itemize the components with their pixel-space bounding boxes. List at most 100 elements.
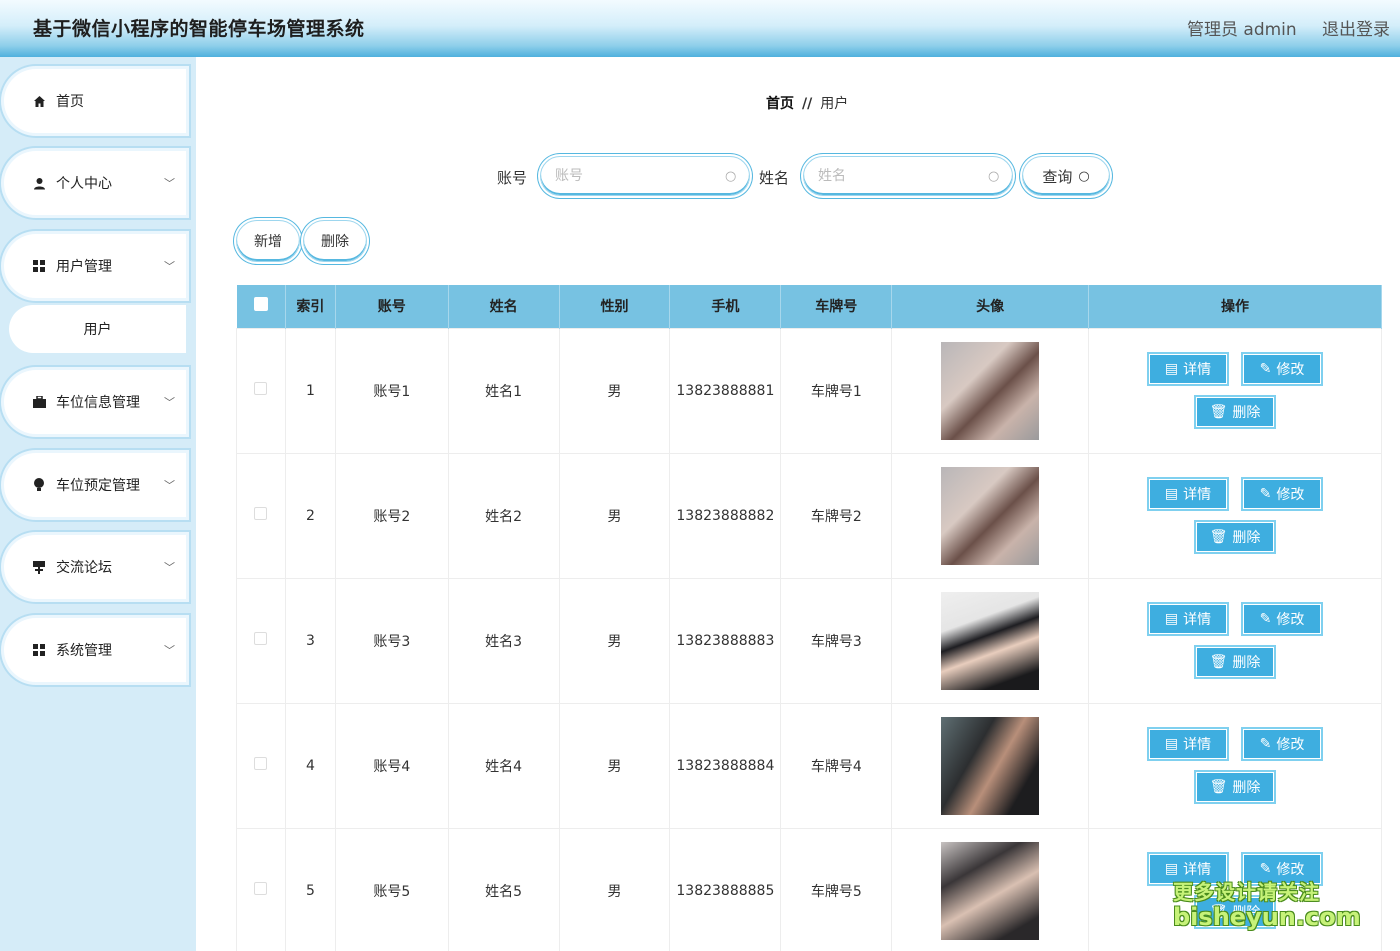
bulb-icon bbox=[32, 478, 46, 492]
name-search-label: 姓名 bbox=[759, 169, 790, 187]
row-checkbox[interactable] bbox=[254, 507, 268, 520]
cell-account: 账号3 bbox=[334, 577, 449, 704]
add-button[interactable]: 新增 bbox=[236, 220, 300, 262]
column-header: 账号 bbox=[335, 285, 449, 328]
breadcrumb-home[interactable]: 首页 bbox=[766, 96, 794, 112]
row-actions: ▤ 详情 ✎ 修改 🗑 删除 bbox=[1145, 352, 1325, 429]
cell-phone: 13823888884 bbox=[669, 702, 782, 829]
column-header: 性别 bbox=[559, 285, 671, 328]
cell-account: 账号1 bbox=[334, 327, 449, 454]
name-search-box: ○ bbox=[803, 156, 1013, 196]
cell-name: 姓名2 bbox=[447, 452, 560, 579]
app-title: 基于微信小程序的智能停车场管理系统 bbox=[33, 18, 365, 40]
sidebar-item-space-info[interactable]: 车位信息管理 ﹀ bbox=[4, 370, 186, 434]
sidebar-item-user-management[interactable]: 用户管理 ﹀ bbox=[4, 234, 186, 298]
cell-index: 5 bbox=[284, 827, 336, 951]
cell-gender: 男 bbox=[558, 827, 671, 951]
edit-button[interactable]: ✎ 修改 bbox=[1241, 477, 1324, 511]
trash-icon: 🗑 bbox=[1209, 404, 1228, 420]
sidebar-item-system[interactable]: 系统管理 ﹀ bbox=[4, 618, 186, 682]
cell-plate: 车牌号5 bbox=[780, 827, 893, 951]
edit-button[interactable]: ✎ 修改 bbox=[1241, 352, 1324, 386]
search-icon: ○ bbox=[725, 168, 737, 184]
user-icon bbox=[32, 176, 46, 190]
row-actions: ▤ 详情 ✎ 修改 🗑 删除 bbox=[1145, 727, 1325, 804]
account-search-label: 账号 bbox=[497, 169, 528, 187]
watermark-line2: bisheyun.com bbox=[1173, 903, 1361, 931]
batch-delete-button[interactable]: 删除 bbox=[303, 220, 367, 262]
column-header: 头像 bbox=[891, 285, 1090, 328]
watermark-line1: 更多设计请关注 bbox=[1173, 880, 1320, 904]
grid-icon bbox=[32, 643, 46, 657]
delete-button[interactable]: 🗑 删除 bbox=[1194, 770, 1277, 804]
delete-button-label: 删除 bbox=[1232, 530, 1261, 546]
name-search-input[interactable] bbox=[818, 168, 988, 184]
row-checkbox[interactable] bbox=[254, 632, 268, 645]
document-icon: ▤ bbox=[1164, 361, 1179, 377]
cell-plate: 车牌号3 bbox=[780, 577, 893, 704]
logout-link[interactable]: 退出登录 bbox=[1322, 15, 1390, 40]
edit-icon: ✎ bbox=[1259, 361, 1272, 377]
edit-icon: ✎ bbox=[1259, 486, 1272, 502]
cell-index: 3 bbox=[284, 577, 336, 704]
avatar bbox=[941, 591, 1040, 690]
detail-button[interactable]: ▤ 详情 bbox=[1147, 352, 1230, 386]
chevron-down-icon: ﹀ bbox=[164, 260, 175, 273]
row-select-cell bbox=[236, 702, 286, 829]
cell-plate: 车牌号1 bbox=[780, 327, 893, 454]
breadcrumb: 首页 // 用户 bbox=[766, 93, 848, 113]
detail-button-label: 详情 bbox=[1183, 362, 1212, 378]
row-checkbox[interactable] bbox=[254, 382, 268, 395]
row-actions: ▤ 详情 ✎ 修改 🗑 删除 bbox=[1145, 477, 1325, 554]
flag-icon bbox=[32, 560, 46, 574]
avatar bbox=[941, 341, 1040, 440]
cell-name: 姓名3 bbox=[447, 577, 560, 704]
delete-button-label: 删除 bbox=[1232, 405, 1261, 421]
column-header: 操作 bbox=[1088, 285, 1382, 328]
cell-ops: ▤ 详情 ✎ 修改 🗑 删除 bbox=[1088, 702, 1382, 829]
sidebar-item-reservation[interactable]: 车位预定管理 ﹀ bbox=[4, 453, 186, 517]
avatar bbox=[941, 466, 1040, 565]
sidebar-item-forum[interactable]: 交流论坛 ﹀ bbox=[4, 535, 186, 599]
detail-button[interactable]: ▤ 详情 bbox=[1147, 602, 1230, 636]
chevron-down-icon: ﹀ bbox=[164, 177, 175, 190]
detail-button[interactable]: ▤ 详情 bbox=[1147, 477, 1230, 511]
sidebar-item-label: 车位预定管理 bbox=[56, 478, 140, 494]
sidebar-item-label: 交流论坛 bbox=[56, 560, 112, 576]
detail-button[interactable]: ▤ 详情 bbox=[1147, 727, 1230, 761]
detail-button-label: 详情 bbox=[1183, 487, 1212, 503]
edit-icon: ✎ bbox=[1259, 611, 1272, 627]
select-all-checkbox[interactable] bbox=[253, 297, 268, 312]
account-search-input[interactable] bbox=[555, 168, 725, 184]
sidebar-item-label: 车位信息管理 bbox=[56, 395, 140, 411]
detail-button-label: 详情 bbox=[1183, 737, 1212, 753]
edit-button[interactable]: ✎ 修改 bbox=[1241, 727, 1324, 761]
row-select-cell bbox=[236, 577, 286, 704]
cell-plate: 车牌号2 bbox=[780, 452, 893, 579]
query-button[interactable]: 查询 ○ bbox=[1022, 156, 1110, 196]
search-icon: ○ bbox=[1078, 168, 1090, 184]
edit-button[interactable]: ✎ 修改 bbox=[1241, 602, 1324, 636]
chevron-down-icon: ﹀ bbox=[164, 396, 175, 409]
row-select-cell bbox=[236, 327, 286, 454]
document-icon: ▤ bbox=[1164, 736, 1179, 752]
table-header-row: 索引 账号 姓名 性别 手机 车牌号 头像 操作 bbox=[236, 285, 1382, 328]
breadcrumb-separator: // bbox=[802, 96, 813, 112]
row-checkbox[interactable] bbox=[254, 882, 268, 895]
briefcase-icon bbox=[32, 395, 46, 409]
sidebar: 首页 个人中心 ﹀ 用户管理 ﹀ 用户 车位信息管理 ﹀ 车位预定管理 ﹀ 交流… bbox=[0, 57, 196, 951]
main-content: 首页 // 用户 账号 ○ 姓名 ○ 查询 ○ 新增 删除 索引 账号 姓名 性别 … bbox=[196, 57, 1400, 951]
document-icon: ▤ bbox=[1164, 486, 1179, 502]
delete-button[interactable]: 🗑 删除 bbox=[1194, 395, 1277, 429]
cell-account: 账号4 bbox=[334, 702, 449, 829]
table-row: 1 账号1 姓名1 男 13823888881 车牌号1 ▤ 详情 ✎ 修改 🗑 删除 bbox=[236, 327, 1382, 454]
cell-index: 4 bbox=[284, 702, 336, 829]
row-checkbox[interactable] bbox=[254, 757, 268, 770]
sidebar-subitem-users[interactable]: 用户 bbox=[9, 305, 186, 353]
delete-button[interactable]: 🗑 删除 bbox=[1194, 645, 1277, 679]
sidebar-item-home[interactable]: 首页 bbox=[4, 69, 186, 133]
delete-button[interactable]: 🗑 删除 bbox=[1194, 520, 1277, 554]
sidebar-item-profile[interactable]: 个人中心 ﹀ bbox=[4, 151, 186, 215]
table-row: 2 账号2 姓名2 男 13823888882 车牌号2 ▤ 详情 ✎ 修改 🗑 删除 bbox=[236, 452, 1382, 579]
cell-ops: ▤ 详情 ✎ 修改 🗑 删除 bbox=[1088, 452, 1382, 579]
